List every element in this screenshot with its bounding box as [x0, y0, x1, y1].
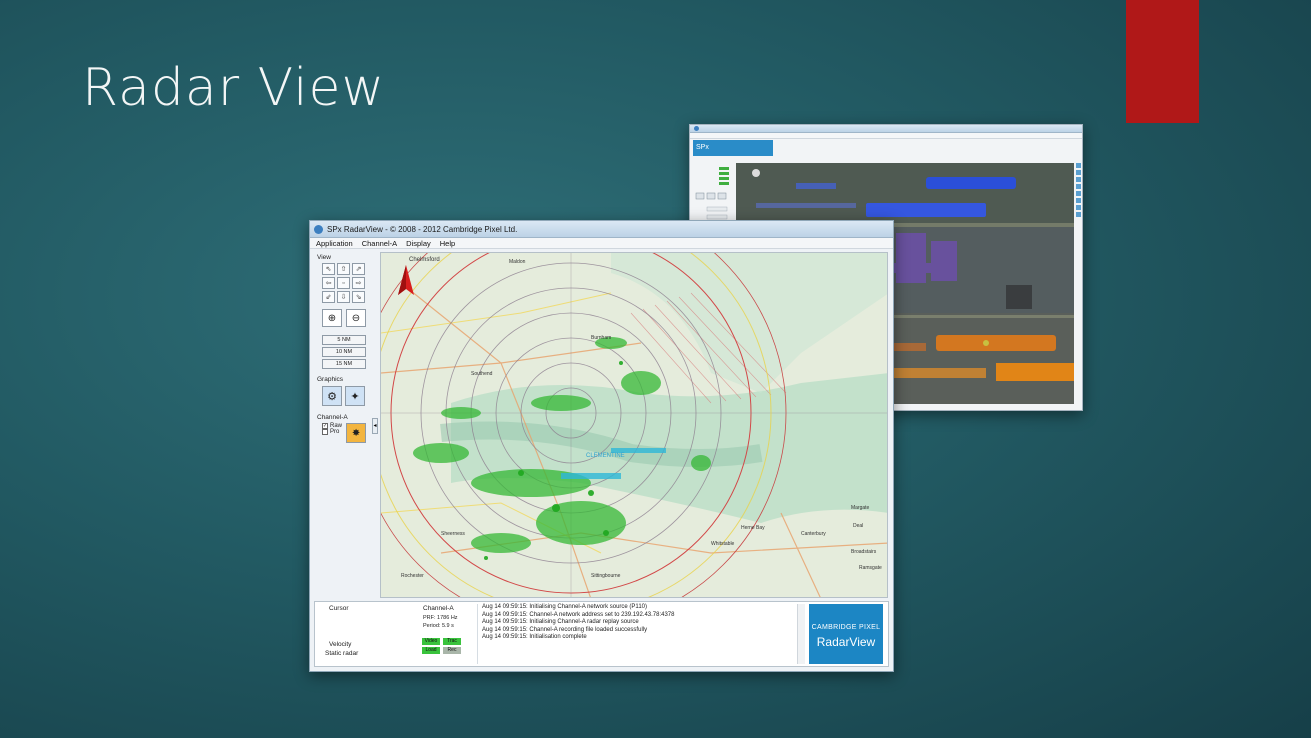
range-5nm-button[interactable]: 5 NM [322, 335, 366, 345]
tool-icon[interactable] [1076, 170, 1081, 175]
map-label-burnham: Burnham [591, 335, 612, 341]
map-label-deal: Deal [853, 523, 864, 529]
tool-icon[interactable] [1076, 198, 1081, 203]
velocity-label: Velocity [329, 641, 352, 648]
window-titlebar[interactable]: SPx RadarView - © 2008 - 2012 Cambridge … [310, 221, 893, 238]
tool-icon[interactable] [1076, 163, 1081, 168]
status-channel-label: Channel-A [423, 605, 454, 612]
arrow-up-right-icon[interactable]: ⇗ [352, 263, 365, 275]
log-scrollbar[interactable] [797, 604, 805, 664]
menu-help[interactable]: Help [440, 239, 455, 248]
map-label-canterbury: Canterbury [801, 531, 826, 537]
tool-icon[interactable] [1076, 191, 1081, 196]
pro-checkbox[interactable]: Pro [322, 429, 342, 435]
cursor-label: Cursor [329, 605, 349, 612]
trac-badge: Trac [443, 638, 461, 645]
secondary-logo: SPx [693, 140, 773, 156]
map-label-southend: Southend [471, 371, 493, 377]
arrow-right-icon[interactable]: ⇨ [352, 277, 365, 289]
control-panel: View ⇖ ⇧ ⇗ ⇦ ▫ ⇨ ⇙ ⇩ ⇘ ⊕ ⊖ 5 NM 10 NM 15… [314, 252, 378, 597]
graphics-settings-icon[interactable]: ⚙ [322, 386, 342, 406]
slide-title: Radar View [82, 58, 386, 118]
logo-product: RadarView [816, 635, 876, 649]
window-title: SPx RadarView - © 2008 - 2012 Cambridge … [327, 224, 518, 234]
collapse-panel-icon[interactable]: ◂ [372, 418, 378, 434]
map-label-sittingbourne: Sittingbourne [591, 573, 621, 579]
pan-arrow-grid: ⇖ ⇧ ⇗ ⇦ ▫ ⇨ ⇙ ⇩ ⇘ [322, 263, 378, 303]
log-line: Aug 14 09:59:15: Channel-A network addre… [482, 611, 675, 618]
menu-bar: Application Channel-A Display Help [310, 238, 893, 249]
video-badge: Video [422, 638, 440, 645]
map-label-rochester: Rochester [401, 573, 424, 579]
pro-label: Pro [330, 429, 340, 435]
log-line: Aug 14 09:59:15: Initialisation complete [482, 634, 587, 641]
arrow-down-icon[interactable]: ⇩ [337, 291, 350, 303]
log-line: Aug 14 09:59:15: Initialising Channel-A … [482, 619, 639, 626]
center-icon[interactable]: ▫ [337, 277, 350, 289]
app-icon [314, 224, 323, 234]
zoom-controls: ⊕ ⊖ [322, 309, 378, 327]
tool-icon[interactable] [1076, 177, 1081, 182]
log-line: Aug 14 09:59:15: Channel-A recording fil… [482, 626, 648, 633]
prf-value: PRF: 1786 Hz [423, 615, 458, 621]
secondary-titlebar[interactable] [690, 125, 1082, 133]
arrow-up-icon[interactable]: ⇧ [337, 263, 350, 275]
channel-options: ✓ Raw Pro ✸ [314, 423, 378, 443]
rec-badge: Rec [443, 647, 461, 654]
map-label-whitstable: Whitstable [711, 541, 735, 547]
map-label-sheerness: Sheerness [441, 531, 465, 537]
period-value: Period: 5.9 s [423, 623, 454, 629]
arrow-down-left-icon[interactable]: ⇙ [322, 291, 335, 303]
tool-icon[interactable] [1076, 184, 1081, 189]
arrow-left-icon[interactable]: ⇦ [322, 277, 335, 289]
map-label-herne-bay: Herne Bay [741, 525, 765, 531]
radar-map-graphic [381, 253, 887, 597]
tool-icon[interactable] [1076, 205, 1081, 210]
secondary-toolbar[interactable] [1076, 163, 1082, 233]
arrow-up-left-icon[interactable]: ⇖ [322, 263, 335, 275]
event-log[interactable]: Aug 14 09:59:15: Initialising Channel-A … [477, 604, 807, 664]
channel-label: Channel-A [317, 414, 348, 421]
checkbox-empty-icon [322, 429, 328, 435]
map-label-clementine: CLEMENTINE [586, 453, 625, 459]
secondary-menubar [690, 133, 1082, 139]
load-badge: Load [422, 647, 440, 654]
status-panel: Cursor Channel-A PRF: 1786 Hz Period: 5.… [314, 601, 889, 667]
view-label: View [317, 254, 331, 261]
app-icon [694, 126, 699, 131]
accent-block [1126, 0, 1199, 123]
radar-map[interactable]: Chelmsford Maldon Burnham Southend CLEME… [380, 252, 888, 598]
map-label-chelmsford: Chelmsford [409, 257, 440, 263]
radarview-window[interactable]: SPx RadarView - © 2008 - 2012 Cambridge … [309, 220, 894, 672]
zoom-in-icon[interactable]: ⊕ [322, 309, 342, 327]
log-line: Aug 14 09:59:15: Initialising Channel-A … [482, 604, 647, 610]
zoom-out-icon[interactable]: ⊖ [346, 309, 366, 327]
static-radar-label: Static radar [325, 650, 359, 657]
map-label-broadstairs: Broadstairs [851, 549, 877, 555]
menu-display[interactable]: Display [406, 239, 431, 248]
graphics-label: Graphics [317, 376, 344, 383]
range-15nm-button[interactable]: 15 NM [322, 359, 366, 369]
channel-settings-icon[interactable]: ✸ [346, 423, 367, 443]
tool-icon[interactable] [1076, 212, 1081, 217]
logo-company: CAMBRIDGE PIXEL [811, 624, 881, 631]
range-10nm-button[interactable]: 10 NM [322, 347, 366, 357]
status-readout: Cursor Channel-A PRF: 1786 Hz Period: 5.… [323, 604, 471, 664]
menu-application[interactable]: Application [316, 239, 353, 248]
graphics-layer-icon[interactable]: ✦ [345, 386, 365, 406]
cambridge-pixel-logo: CAMBRIDGE PIXEL RadarView [809, 604, 883, 664]
graphics-buttons: ⚙ ✦ [322, 386, 378, 406]
map-label-margate: Margate [851, 505, 870, 511]
map-label-ramsgate: Ramsgate [859, 565, 882, 571]
menu-channel-a[interactable]: Channel-A [362, 239, 397, 248]
arrow-down-right-icon[interactable]: ⇘ [352, 291, 365, 303]
map-label-maldon: Maldon [509, 259, 526, 265]
